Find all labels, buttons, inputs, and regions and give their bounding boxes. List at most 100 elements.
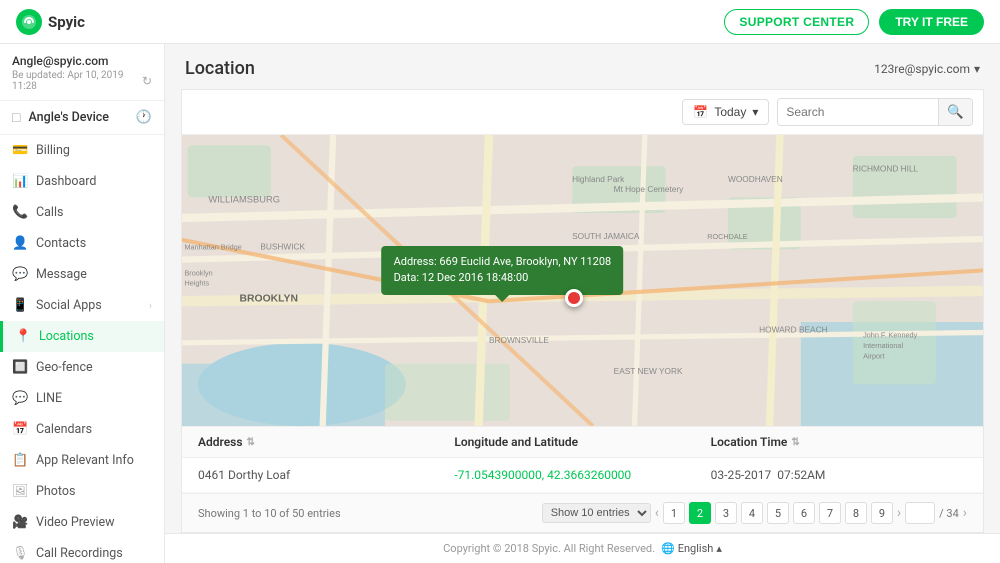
lang-label: English	[678, 542, 714, 555]
location-panel: 📅 Today ▾ 🔍	[181, 89, 984, 533]
account-dropdown[interactable]: 123re@spyic.com ▾	[874, 62, 980, 76]
map-location-popup: Address: 669 Euclid Ave, Brooklyn, NY 11…	[382, 246, 624, 295]
col-address: Address ⇅	[198, 435, 454, 449]
nav-icon-geo-fence: 🔲	[12, 360, 28, 375]
nav-label-billing: Billing	[36, 143, 70, 158]
svg-text:HOWARD BEACH: HOWARD BEACH	[759, 324, 827, 334]
page-4-button[interactable]: 4	[741, 502, 763, 524]
sort-icon-2[interactable]: ⇅	[791, 437, 799, 448]
page-3-button[interactable]: 3	[715, 502, 737, 524]
sidebar-item-billing[interactable]: 💳 Billing	[0, 135, 164, 166]
cell-address: 0461 Dorthy Loaf	[198, 468, 454, 482]
nav-icon-dashboard: 📊	[12, 174, 28, 189]
svg-text:BROWNSVILLE: BROWNSVILLE	[489, 335, 549, 345]
nav-label-dashboard: Dashboard	[36, 174, 96, 189]
nav-icon-call-recordings: 🎙	[12, 546, 28, 561]
nav-label-photos: Photos	[36, 484, 75, 499]
nav-icon-social-apps: 📱	[12, 298, 28, 313]
logo-icon	[16, 9, 42, 35]
svg-text:WOODHAVEN: WOODHAVEN	[728, 174, 783, 184]
svg-text:Heights: Heights	[184, 279, 209, 288]
prev-page-icon[interactable]: ‹	[655, 505, 659, 521]
nav-label-calls: Calls	[36, 205, 63, 220]
search-input[interactable]	[778, 100, 938, 124]
popup-address: Address: 669 Euclid Ave, Brooklyn, NY 11…	[394, 254, 612, 271]
sidebar-item-message[interactable]: 💬 Message	[0, 259, 164, 290]
copyright-bar: Copyright © 2018 Spyic. All Right Reserv…	[165, 533, 1000, 563]
copyright-text: Copyright © 2018 Spyic. All Right Reserv…	[443, 542, 655, 555]
sidebar-item-contacts[interactable]: 👤 Contacts	[0, 228, 164, 259]
support-center-button[interactable]: SUPPORT CENTER	[724, 9, 869, 35]
next-page-icon[interactable]: ›	[897, 505, 901, 521]
search-button[interactable]: 🔍	[938, 99, 972, 125]
try-it-free-button[interactable]: TRY IT FREE	[879, 9, 984, 35]
svg-text:EAST NEW YORK: EAST NEW YORK	[614, 366, 683, 376]
page-9-button[interactable]: 9	[871, 502, 893, 524]
sidebar-item-calls[interactable]: 📞 Calls	[0, 197, 164, 228]
logo: Spyic	[16, 9, 85, 35]
svg-text:Mt Hope Cemetery: Mt Hope Cemetery	[614, 184, 684, 194]
sidebar-user-info: Angle@spyic.com Be updated: Apr 10, 2019…	[0, 44, 164, 101]
page-5-button[interactable]: 5	[767, 502, 789, 524]
sidebar-item-call-recordings[interactable]: 🎙 Call Recordings	[0, 538, 164, 563]
svg-text:Highland Park: Highland Park	[572, 174, 625, 184]
logo-text: Spyic	[48, 13, 85, 31]
page-2-button[interactable]: 2	[689, 502, 711, 524]
date-filter-button[interactable]: 📅 Today ▾	[682, 99, 769, 125]
svg-text:BUSHWICK: BUSHWICK	[260, 241, 305, 251]
sidebar-item-app-relevant[interactable]: 📋 App Relevant Info	[0, 445, 164, 476]
nav-label-app-relevant: App Relevant Info	[36, 453, 134, 468]
header-actions: SUPPORT CENTER TRY IT FREE	[724, 9, 984, 35]
sidebar-item-line[interactable]: 💬 LINE	[0, 383, 164, 414]
map-container: WILLIAMSBURG BUSHWICK BROOKLYN BROWNSVIL…	[182, 135, 983, 426]
chevron-right-icon: ›	[149, 299, 152, 312]
popup-date: Data: 12 Dec 2016 18:48:00	[394, 270, 612, 287]
sidebar-item-photos[interactable]: 🖼 Photos	[0, 476, 164, 507]
page-size-select[interactable]: Show 10 entries Show 25 entries Show 50 …	[542, 503, 651, 523]
calendar-icon: 📅	[693, 105, 708, 119]
goto-page-icon[interactable]: ›	[963, 505, 967, 521]
nav-label-video-preview: Video Preview	[36, 515, 115, 530]
nav-label-geo-fence: Geo-fence	[36, 360, 93, 375]
sidebar: Angle@spyic.com Be updated: Apr 10, 2019…	[0, 44, 165, 563]
svg-text:WILLIAMSBURG: WILLIAMSBURG	[208, 195, 280, 205]
sidebar-item-geo-fence[interactable]: 🔲 Geo-fence	[0, 352, 164, 383]
map-marker	[565, 289, 583, 307]
device-name: Angle's Device	[28, 110, 109, 125]
search-box: 🔍	[777, 98, 973, 126]
svg-text:Airport: Airport	[863, 351, 884, 360]
nav-icon-photos: 🖼	[12, 484, 28, 499]
sidebar-item-dashboard[interactable]: 📊 Dashboard	[0, 166, 164, 197]
nav-label-locations: Locations	[39, 329, 94, 344]
page-6-button[interactable]: 6	[793, 502, 815, 524]
main-layout: Angle@spyic.com Be updated: Apr 10, 2019…	[0, 44, 1000, 563]
svg-text:International: International	[863, 341, 903, 350]
sort-icon[interactable]: ⇅	[247, 437, 255, 448]
language-selector[interactable]: 🌐 English ▴	[661, 542, 722, 555]
sidebar-nav: 💳 Billing 📊 Dashboard 📞 Calls 👤 Contacts	[0, 135, 164, 563]
sidebar-item-video-preview[interactable]: 🎥 Video Preview	[0, 507, 164, 538]
nav-icon-contacts: 👤	[12, 236, 28, 251]
page-title: Location	[185, 58, 255, 79]
nav-icon-billing: 💳	[12, 143, 28, 158]
location-table: Address ⇅ Longitude and Latitude Locatio…	[182, 426, 983, 493]
sidebar-item-calendars[interactable]: 📅 Calendars	[0, 414, 164, 445]
entries-info: Showing 1 to 10 of 50 entries	[198, 507, 341, 520]
nav-icon-message: 💬	[12, 267, 28, 282]
nav-label-contacts: Contacts	[36, 236, 86, 251]
page-1-button[interactable]: 1	[663, 502, 685, 524]
sidebar-item-social-apps[interactable]: 📱 Social Apps ›	[0, 290, 164, 321]
sidebar-item-locations[interactable]: 📍 Locations	[0, 321, 164, 352]
table-footer: Showing 1 to 10 of 50 entries Show 10 en…	[182, 493, 983, 532]
page-total: / 34	[939, 507, 959, 520]
refresh-icon[interactable]: ↻	[142, 74, 152, 88]
page-7-button[interactable]: 7	[819, 502, 841, 524]
pagination: Show 10 entries Show 25 entries Show 50 …	[542, 502, 967, 524]
map-toolbar: 📅 Today ▾ 🔍	[182, 90, 983, 135]
nav-icon-calls: 📞	[12, 205, 28, 220]
device-selector[interactable]: □ Angle's Device 🕐	[0, 101, 164, 135]
page-jump-input[interactable]	[905, 502, 935, 524]
content-header: Location 123re@spyic.com ▾	[165, 44, 1000, 89]
page-8-button[interactable]: 8	[845, 502, 867, 524]
svg-text:Brooklyn: Brooklyn	[184, 268, 212, 277]
